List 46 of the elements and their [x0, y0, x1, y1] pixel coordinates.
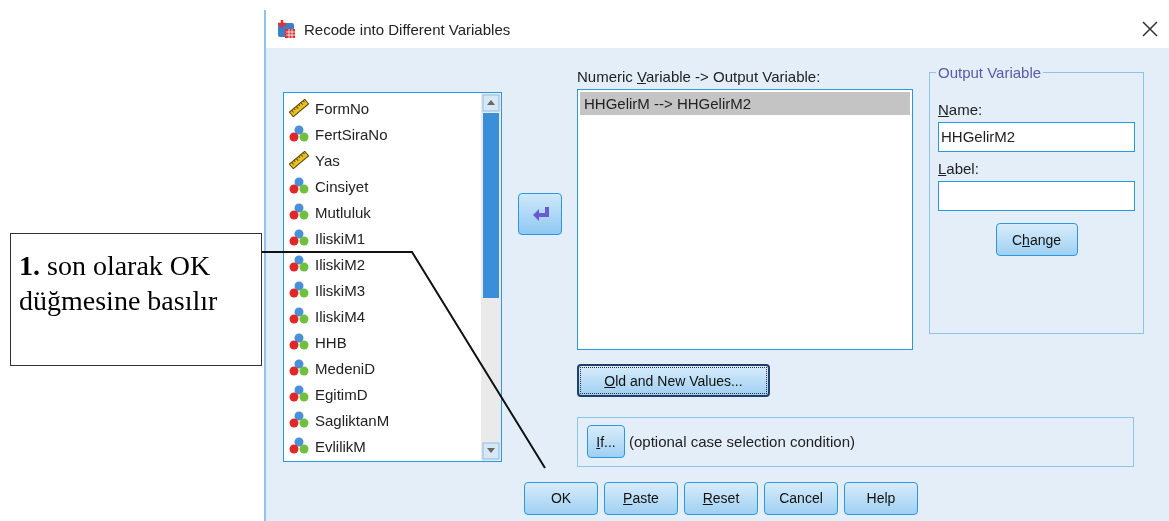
circles-icon: [288, 411, 310, 429]
variable-name[interactable]: Cinsiyet: [315, 177, 369, 195]
window-title: Recode into Different Variables: [304, 20, 511, 38]
list-item[interactable]: HHGelirM --> HHGelirM2: [580, 92, 910, 115]
name-field[interactable]: HHGelirM2: [938, 122, 1135, 152]
dialog-button[interactable]: Paste: [604, 481, 678, 515]
variable-name[interactable]: Mutluluk: [315, 203, 371, 221]
circles-icon: [288, 177, 310, 195]
variable-name[interactable]: IliskiM4: [315, 307, 365, 325]
circles-icon: [288, 229, 310, 247]
group-title: Output Variable: [936, 64, 1044, 81]
variable-name[interactable]: FormNo: [315, 99, 370, 117]
dialog-button[interactable]: OK: [524, 481, 598, 515]
field-label: Name:: [938, 101, 984, 118]
change-button[interactable]: Change: [995, 223, 1078, 256]
circles-icon: [288, 255, 310, 273]
circles-icon: [288, 307, 310, 325]
dialog-button[interactable]: Reset: [684, 481, 758, 515]
circles-icon: [288, 203, 310, 221]
move-button[interactable]: [517, 193, 562, 235]
if-button[interactable]: If...: [587, 425, 625, 459]
variable-name[interactable]: IliskiM3: [315, 281, 365, 299]
variable-name[interactable]: EvlilikM: [315, 437, 366, 455]
circles-icon: [288, 359, 310, 377]
callout-text: 1. son olarak OK düğmesine basılır: [10, 233, 262, 366]
circles-icon: [288, 437, 310, 455]
circles-icon: [288, 281, 310, 299]
dialog-button[interactable]: Help: [844, 481, 918, 515]
variable-name[interactable]: HHB: [315, 333, 347, 351]
variable-name[interactable]: FertSiraNo: [315, 125, 388, 143]
condition-text: (optional case selection condition): [629, 433, 855, 451]
circles-icon: [288, 125, 310, 143]
variable-name[interactable]: Yas: [315, 151, 340, 169]
label-field[interactable]: [938, 181, 1135, 211]
field-label: Label:: [938, 160, 980, 177]
variable-name[interactable]: IliskiM2: [315, 255, 365, 273]
list-label: Numeric Variable -> Output Variable:: [577, 68, 822, 86]
old-and-new-values-button[interactable]: Old and New Values...: [577, 364, 770, 397]
app-icon: [276, 19, 296, 39]
variable-name[interactable]: IliskiM1: [315, 229, 365, 247]
circles-icon: [288, 385, 310, 403]
variable-name[interactable]: SagliktanM: [315, 411, 390, 429]
dialog-button[interactable]: Cancel: [764, 481, 838, 515]
variable-name[interactable]: EgitimD: [315, 385, 368, 403]
variable-name[interactable]: MedeniD: [315, 359, 376, 377]
circles-icon: [288, 333, 310, 351]
